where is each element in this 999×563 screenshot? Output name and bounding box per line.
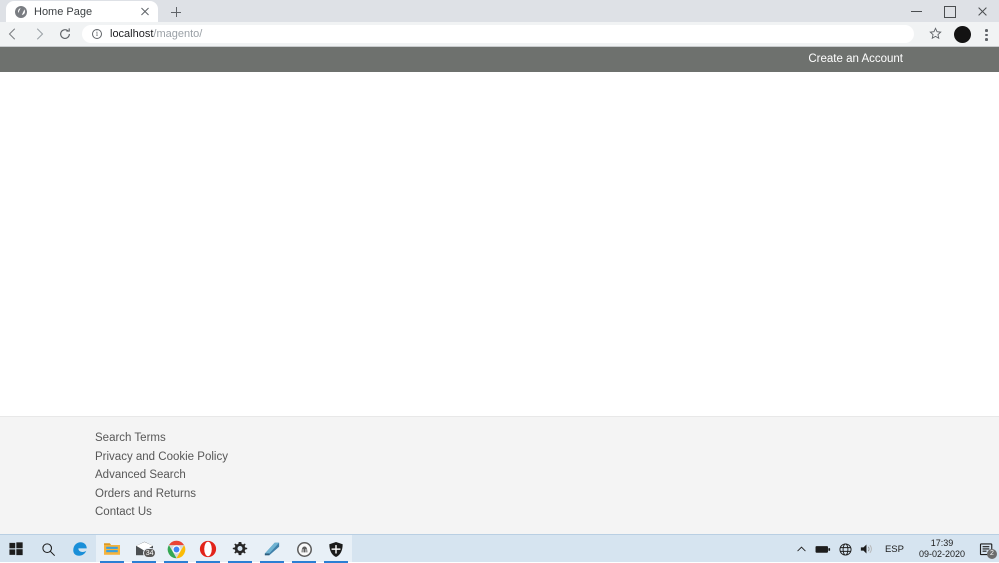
speaker-icon[interactable]: [856, 535, 878, 563]
folder-icon[interactable]: [96, 535, 128, 563]
notification-icon[interactable]: 2: [973, 535, 999, 563]
minimize-icon[interactable]: [900, 0, 933, 22]
globe-icon: [15, 5, 27, 18]
star-icon[interactable]: [924, 22, 948, 46]
tab-title: Home Page: [34, 5, 93, 18]
browser-window: Home Page localho: [0, 0, 999, 534]
close-icon[interactable]: [966, 0, 999, 22]
notification-count-badge: 2: [987, 549, 997, 559]
shield-icon[interactable]: [320, 535, 352, 563]
forward-arrow-icon[interactable]: [26, 22, 52, 46]
battery-icon[interactable]: [811, 535, 835, 563]
footer-link-contact-us[interactable]: Contact Us: [95, 503, 228, 522]
page-content: Create an Account Search Terms Privacy a…: [0, 47, 999, 534]
toolbar-right-group: [924, 22, 999, 46]
tab-home-page[interactable]: Home Page: [6, 1, 158, 22]
start-button[interactable]: [0, 535, 32, 563]
book-icon[interactable]: [256, 535, 288, 563]
network-globe-icon[interactable]: [835, 535, 856, 563]
footer-link-privacy-and-cookie-policy[interactable]: Privacy and Cookie Policy: [95, 448, 228, 467]
browser-toolbar: localhost/magento/: [0, 22, 999, 46]
footer-link-list: Search Terms Privacy and Cookie Policy A…: [95, 429, 228, 522]
language-indicator[interactable]: ESP: [878, 544, 911, 555]
windows-taskbar: 34 ESP 17:39 09-02-2020 2: [0, 534, 999, 563]
mail-icon[interactable]: 34: [128, 535, 160, 563]
gear-icon[interactable]: [224, 535, 256, 563]
footer-link-orders-and-returns[interactable]: Orders and Returns: [95, 485, 228, 504]
avatar-icon[interactable]: [954, 25, 971, 43]
site-topbar: Create an Account: [0, 47, 999, 72]
close-icon[interactable]: [138, 5, 152, 19]
clock-date: 09-02-2020: [918, 549, 965, 559]
info-icon[interactable]: [92, 27, 102, 41]
footer-link-search-terms[interactable]: Search Terms: [95, 429, 228, 448]
window-controls: [900, 0, 999, 22]
reload-icon[interactable]: [52, 22, 78, 46]
chevron-up-icon[interactable]: [792, 535, 811, 563]
page-main-area: [0, 72, 999, 416]
system-tray: ESP 17:39 09-02-2020 2: [792, 535, 999, 563]
clock-time: 17:39: [930, 538, 954, 548]
tab-strip: Home Page: [0, 0, 999, 22]
back-arrow-icon[interactable]: [0, 22, 26, 46]
new-tab-button[interactable]: [168, 4, 184, 20]
circle-icon[interactable]: [288, 535, 320, 563]
footer-link-advanced-search[interactable]: Advanced Search: [95, 466, 228, 485]
url-host: localhost: [110, 28, 154, 40]
search-icon[interactable]: [32, 535, 64, 563]
clock[interactable]: 17:39 09-02-2020: [911, 538, 973, 560]
opera-icon[interactable]: [192, 535, 224, 563]
edge-icon[interactable]: [64, 535, 96, 563]
maximize-icon[interactable]: [933, 0, 966, 22]
create-account-link[interactable]: Create an Account: [808, 47, 903, 72]
address-bar[interactable]: localhost/magento/: [82, 25, 914, 43]
chrome-icon[interactable]: [160, 535, 192, 563]
mail-badge: 34: [143, 548, 156, 558]
site-footer: Search Terms Privacy and Cookie Policy A…: [0, 416, 999, 534]
url-text: localhost/magento/: [110, 28, 202, 40]
taskbar-app-list: 34: [0, 535, 352, 563]
kebab-menu-icon[interactable]: [977, 22, 995, 46]
url-path: /magento/: [153, 28, 203, 40]
